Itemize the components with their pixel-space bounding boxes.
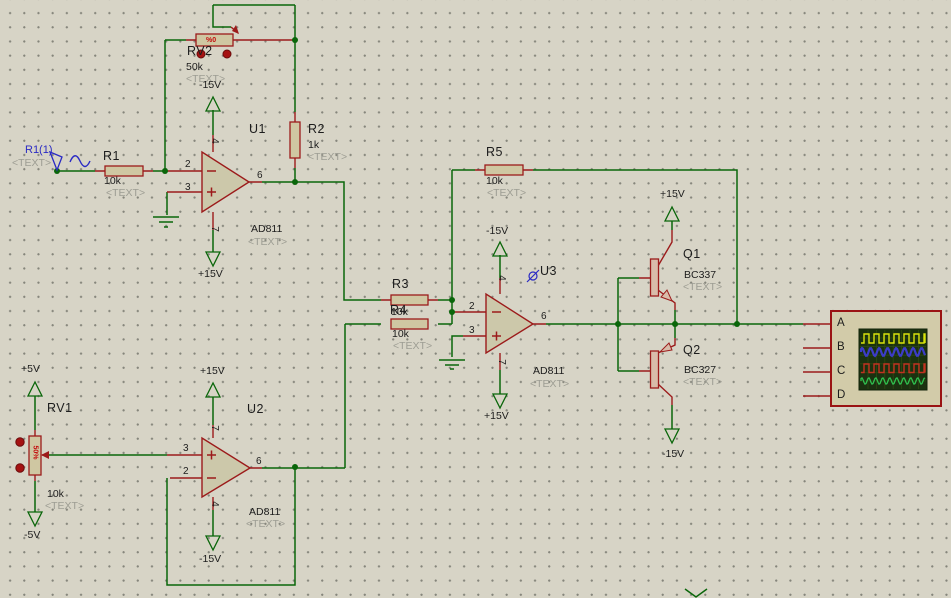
q2-text-placeholder: <TEXT> [683, 376, 723, 388]
scope-channel-c-label: C [837, 365, 846, 377]
resistor-r5[interactable] [484, 164, 524, 176]
rv1-vpos-arrow-icon[interactable] [26, 380, 44, 397]
u2-vneg-arrow-icon[interactable] [204, 535, 222, 552]
u3-pin6-number: 6 [541, 311, 547, 322]
transistor-q1[interactable] [649, 258, 660, 297]
q2-emitter-arrowhead [658, 342, 673, 353]
u3-pin3-number: 3 [469, 325, 475, 336]
u1-pin7-number: 7 [208, 226, 220, 232]
u1-pin4-number: 4 [208, 138, 220, 144]
rv2-value-label: 50k [186, 61, 203, 73]
transistor-q2[interactable] [649, 350, 660, 389]
r1-ref-label: R1 [103, 149, 120, 163]
u1-pin6-number: 6 [257, 170, 263, 181]
scope-channel-b-label: B [837, 341, 845, 353]
rv1-value-label: 10k [47, 488, 64, 500]
u3-part-label: AD811 [533, 365, 565, 377]
u3-pin2-number: 2 [469, 301, 475, 312]
u1-pin3-number: 3 [185, 182, 191, 193]
r2-value-label: 1k [308, 139, 320, 151]
u2-ref-label: U2 [247, 402, 264, 416]
u3-vneg-label: -15V [486, 225, 509, 237]
rv1-wiper-arrowhead [41, 451, 49, 459]
rv1-ref-label: RV1 [47, 401, 73, 415]
u3-ground-icon[interactable] [439, 359, 465, 370]
rv2-wiper-arrowhead [232, 25, 239, 34]
u2-pin4-number: 4 [208, 501, 220, 507]
opamp-u1[interactable] [201, 150, 251, 214]
u1-ref-label: U1 [249, 122, 266, 136]
u3-vpos-label: +15V [484, 410, 509, 422]
opamp-u2[interactable] [201, 436, 252, 499]
rv1-adjust-dot[interactable] [15, 437, 25, 447]
q1-vpos-label: +15V [660, 188, 685, 200]
u2-text-placeholder: <TEXT> [246, 518, 286, 530]
rv1-vneg-arrow-icon[interactable] [26, 511, 44, 528]
source-text-placeholder: <TEXT> [12, 157, 52, 169]
q1-text-placeholder: <TEXT> [683, 281, 723, 293]
q1-emitter-arrowhead [660, 289, 673, 302]
r5-value-label: 10k [486, 175, 503, 187]
u1-vpos-label: +15V [198, 268, 223, 280]
q1-ref-label: Q1 [683, 247, 701, 261]
r4-text-placeholder: <TEXT> [393, 340, 433, 352]
u2-pin3-number: 3 [183, 443, 189, 454]
source-probe-label: R1(1) [25, 144, 53, 156]
resistor-r2[interactable] [289, 121, 301, 159]
u2-vpos-arrow-icon[interactable] [204, 381, 222, 398]
u1-part-label: AD811 [251, 223, 283, 235]
opamp-u3[interactable] [485, 292, 535, 355]
sine-glyph-icon [69, 155, 91, 168]
q1-part-label: BC337 [684, 269, 717, 281]
scope-channel-d-label: D [837, 389, 846, 401]
r5-text-placeholder: <TEXT> [487, 187, 527, 199]
u1-ground-icon[interactable] [153, 216, 179, 228]
r1-value-label: 10k [104, 175, 121, 187]
u3-anchor-icon [526, 269, 540, 283]
rv1-percent-label: 50% [31, 445, 39, 460]
q2-part-label: BC327 [684, 364, 717, 376]
q2-vneg-label: -15V [662, 448, 685, 460]
u1-text-placeholder: <TEXT> [248, 236, 288, 248]
u2-pin6-number: 6 [256, 456, 262, 467]
u2-vneg-label: -15V [199, 553, 222, 565]
u2-vpos-label: +15V [200, 365, 225, 377]
r4-value-label: 10k [392, 328, 409, 340]
u2-part-label: AD811 [249, 506, 281, 518]
u3-vpos-arrow-icon[interactable] [491, 393, 509, 410]
rv1-vneg-label: -5V [24, 529, 41, 541]
u1-pin2-number: 2 [185, 159, 191, 170]
r1-text-placeholder: <TEXT> [106, 187, 146, 199]
r5-ref-label: R5 [486, 145, 503, 159]
schematic-canvas[interactable]: R1(1) <TEXT> R1 10k <TEXT> RV2 50k <TEXT… [0, 0, 951, 598]
u3-pin4-number: 4 [495, 275, 507, 281]
r4-ref-label: R4 [390, 303, 407, 317]
u1-vpos-arrow-icon[interactable] [204, 251, 222, 268]
q2-ref-label: Q2 [683, 343, 701, 357]
r3-ref-label: R3 [392, 277, 409, 291]
junction-dots [54, 37, 740, 470]
rv2-percent-label: %0 [206, 37, 217, 44]
rv2-adjust-dot[interactable] [222, 49, 232, 59]
rv1-adjust-dot[interactable] [15, 463, 25, 473]
rv1-vpos-label: +5V [21, 363, 40, 375]
u3-text-placeholder: <TEXT> [530, 378, 570, 390]
u2-pin2-number: 2 [183, 466, 189, 477]
u3-pin7-number: 7 [495, 359, 507, 365]
u2-pin7-number: 7 [208, 425, 220, 431]
u3-vneg-arrow-icon[interactable] [491, 240, 509, 257]
q1-vpos-arrow-icon[interactable] [663, 205, 681, 222]
q2-vneg-arrow-icon[interactable] [663, 428, 681, 445]
u1-vneg-arrow-icon[interactable] [204, 95, 222, 112]
scope-channel-a-label: A [837, 317, 845, 329]
rv1-text-placeholder: <TEXT> [45, 500, 85, 512]
u1-vneg-label: -15V [199, 79, 222, 91]
r2-ref-label: R2 [308, 122, 325, 136]
u3-ref-label: U3 [540, 264, 557, 278]
rv2-ref-label: RV2 [187, 44, 213, 58]
r2-text-placeholder: <TEXT> [308, 151, 348, 163]
